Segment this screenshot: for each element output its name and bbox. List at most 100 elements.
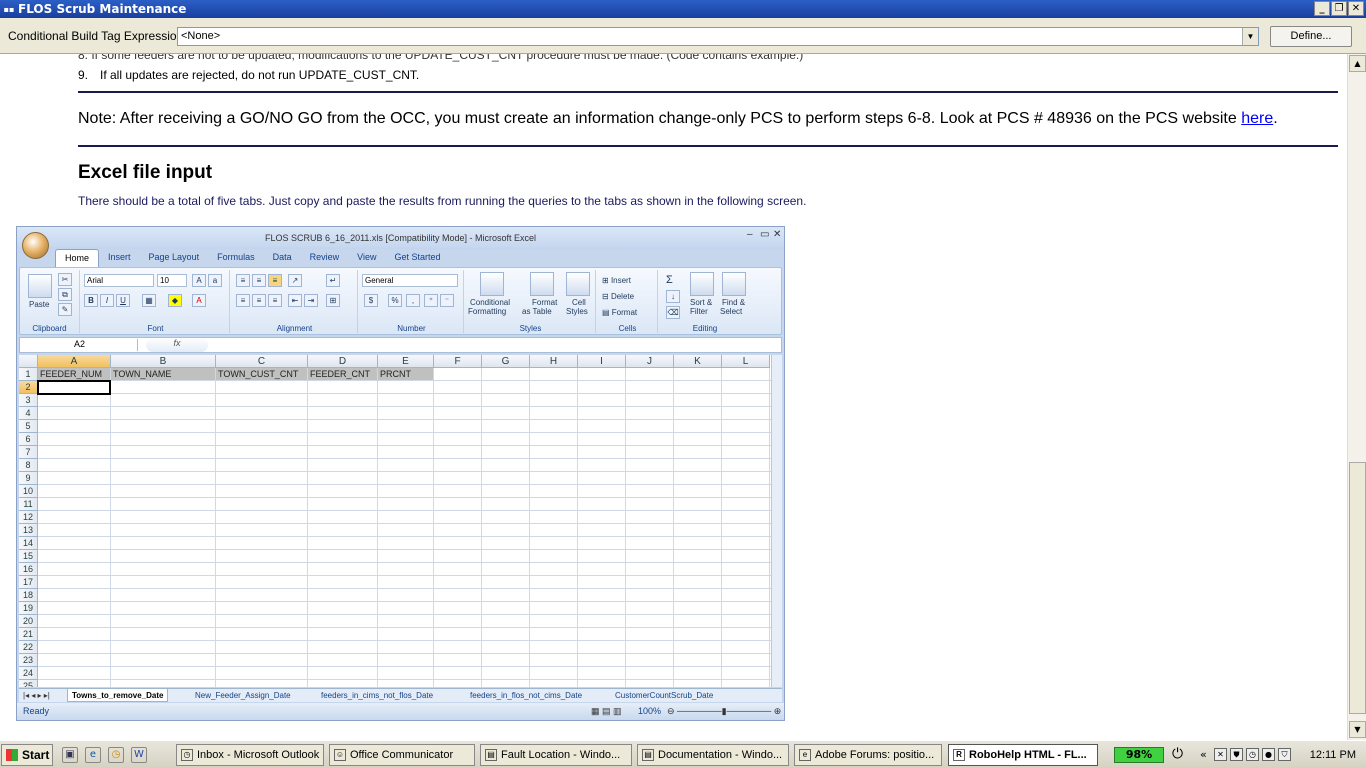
percent-icon: % bbox=[388, 294, 402, 307]
fill-color-icon: ◆ bbox=[168, 294, 182, 307]
document-content: 8. If some feeders are not to be updated… bbox=[0, 54, 1347, 740]
find-label-2: Select bbox=[720, 307, 743, 316]
align-bottom-icon: ≡ bbox=[268, 274, 282, 287]
gridline bbox=[38, 419, 771, 420]
excel-restore-icon: ▭ bbox=[760, 229, 770, 240]
scrollbar-thumb[interactable] bbox=[1349, 462, 1366, 714]
outlook-icon[interactable]: ◷ bbox=[108, 747, 124, 763]
autosum-icon: Σ bbox=[666, 274, 673, 286]
row-header: 2 bbox=[19, 381, 38, 394]
tray-expand-icon[interactable]: « bbox=[1200, 744, 1207, 766]
robohelp-task-icon: R bbox=[953, 749, 965, 761]
security-icon[interactable]: ⛊ bbox=[1230, 748, 1243, 761]
task-label: Inbox - Microsoft Outlook bbox=[197, 749, 320, 761]
globe-icon[interactable]: ● bbox=[1262, 748, 1275, 761]
cbt-expression-select[interactable]: <None> ▼ bbox=[177, 27, 1259, 46]
cells-group: ⊞ Insert ⊟ Delete ▤ Format Cells bbox=[598, 270, 658, 333]
status-text: Ready bbox=[23, 706, 50, 716]
delete-cells-label: Delete bbox=[610, 292, 635, 301]
paste-icon bbox=[28, 274, 52, 298]
column-header: K bbox=[674, 355, 722, 368]
italic-icon: I bbox=[100, 294, 114, 307]
shield-icon[interactable]: ⛉ bbox=[1278, 748, 1291, 761]
align-middle-icon: ≡ bbox=[252, 274, 266, 287]
task-robohelp[interactable]: R RoboHelp HTML - FL... bbox=[948, 744, 1098, 766]
row-header: 7 bbox=[19, 446, 38, 459]
close-button[interactable]: ✕ bbox=[1348, 1, 1364, 16]
clock-app-icon[interactable]: ◷ bbox=[1246, 748, 1259, 761]
comma-icon: , bbox=[406, 294, 420, 307]
header-cell: FEEDER_CNT bbox=[308, 368, 377, 380]
gridline bbox=[38, 614, 771, 615]
increase-indent-icon: ⇥ bbox=[304, 294, 318, 307]
start-button[interactable]: Start bbox=[1, 744, 53, 766]
gridline bbox=[38, 601, 771, 602]
battery-indicator[interactable]: 98% bbox=[1114, 747, 1164, 763]
network-icon[interactable]: ✕ bbox=[1214, 748, 1227, 761]
pcs-website-link[interactable]: here bbox=[1241, 110, 1273, 127]
show-desktop-icon[interactable]: ▣ bbox=[62, 747, 78, 763]
row-header: 24 bbox=[19, 667, 38, 680]
cbt-label: Conditional Build Tag Expression: bbox=[8, 29, 187, 43]
font-size-box: 10 bbox=[157, 274, 187, 287]
column-header: L bbox=[722, 355, 770, 368]
communicator-task-icon: ☺ bbox=[334, 749, 346, 761]
system-tray: « ✕ ⛊ ◷ ● ⛉ 12:11 PM bbox=[1196, 744, 1366, 766]
column-header: A bbox=[38, 355, 111, 368]
row-header: 14 bbox=[19, 537, 38, 550]
gridline bbox=[38, 653, 771, 654]
restore-button[interactable]: ❐ bbox=[1331, 1, 1347, 16]
row-header: 10 bbox=[19, 485, 38, 498]
sheet-tab: feeders_in_cims_not_flos_Date bbox=[321, 691, 434, 700]
scroll-up-icon[interactable]: ▲ bbox=[1349, 55, 1366, 72]
vertical-scrollbar[interactable]: ▲ ▼ bbox=[1347, 54, 1366, 740]
gridline bbox=[38, 445, 771, 446]
sort-filter-icon bbox=[690, 272, 714, 296]
define-button[interactable]: Define... bbox=[1270, 26, 1352, 47]
gridline bbox=[38, 523, 771, 524]
excel-minimize-icon: – bbox=[747, 229, 753, 240]
task-documentation[interactable]: ▤ Documentation - Windo... bbox=[637, 744, 789, 766]
outlook-task-icon: ◷ bbox=[181, 749, 193, 761]
ribbon-tab-get-started: Get Started bbox=[394, 252, 441, 262]
increase-decimal-icon: ⁺ bbox=[424, 294, 438, 307]
cell-styles-icon bbox=[566, 272, 590, 296]
minimize-button[interactable]: _ bbox=[1314, 1, 1330, 16]
ribbon: Paste ✂ ⧉ ✎ Clipboard Arial 10 A a B I U… bbox=[19, 267, 782, 335]
divider bbox=[78, 145, 1338, 147]
task-office-communicator[interactable]: ☺ Office Communicator bbox=[329, 744, 475, 766]
gridline bbox=[38, 471, 771, 472]
folder-task-icon: ▤ bbox=[485, 749, 497, 761]
task-fault-location[interactable]: ▤ Fault Location - Windo... bbox=[480, 744, 632, 766]
sort-label-1: Sort & bbox=[690, 298, 713, 307]
ribbon-tab-review: Review bbox=[309, 252, 340, 262]
insert-cells-label: Insert bbox=[610, 276, 631, 285]
internet-explorer-icon[interactable]: e bbox=[85, 747, 101, 763]
header-cell: TOWN_CUST_CNT bbox=[216, 368, 307, 380]
cbt-expression-value: <None> bbox=[181, 30, 221, 42]
row-header: 3 bbox=[19, 394, 38, 407]
alignment-group: ≡ ≡ ≡ ↗ ↵ ≡ ≡ ≡ ⇤ ⇥ ⊞ Alignment bbox=[232, 270, 358, 333]
row-header: 9 bbox=[19, 472, 38, 485]
column-header: G bbox=[482, 355, 530, 368]
task-outlook[interactable]: ◷ Inbox - Microsoft Outlook bbox=[176, 744, 324, 766]
gridline bbox=[38, 380, 771, 381]
word-icon[interactable]: W bbox=[131, 747, 147, 763]
chevron-down-icon[interactable]: ▼ bbox=[1242, 28, 1258, 45]
gridline bbox=[38, 393, 771, 394]
row-header: 16 bbox=[19, 563, 38, 576]
header-cell: FEEDER_NUM bbox=[38, 368, 110, 380]
power-plug-icon[interactable]: ⏻ bbox=[1172, 746, 1183, 762]
header-cell: PRCNT bbox=[378, 368, 433, 380]
sheet-tab: feeders_in_flos_not_cims_Date bbox=[470, 691, 583, 700]
scroll-down-icon[interactable]: ▼ bbox=[1349, 721, 1366, 738]
clock: 12:11 PM bbox=[1309, 749, 1356, 761]
column-header: H bbox=[530, 355, 578, 368]
number-group: General $ % , ⁺ ⁻ Number bbox=[360, 270, 464, 333]
row-header: 18 bbox=[19, 589, 38, 602]
sheet-nav-arrows-icon: |◂ ◂ ▸ ▸| bbox=[23, 691, 50, 700]
editing-group: Σ ↓ ⌫ Sort & Filter Find & Select Editin… bbox=[660, 270, 750, 333]
task-adobe-forums[interactable]: e Adobe Forums: positio... bbox=[794, 744, 942, 766]
spreadsheet-grid: A B C D E F G H I J K L 1 2 3 4 5 6 7 8 9 10 11 12 13 14 15 16 17 18 1… bbox=[19, 355, 771, 687]
step-8-text: 8. If some feeders are not to be updated… bbox=[78, 54, 804, 62]
